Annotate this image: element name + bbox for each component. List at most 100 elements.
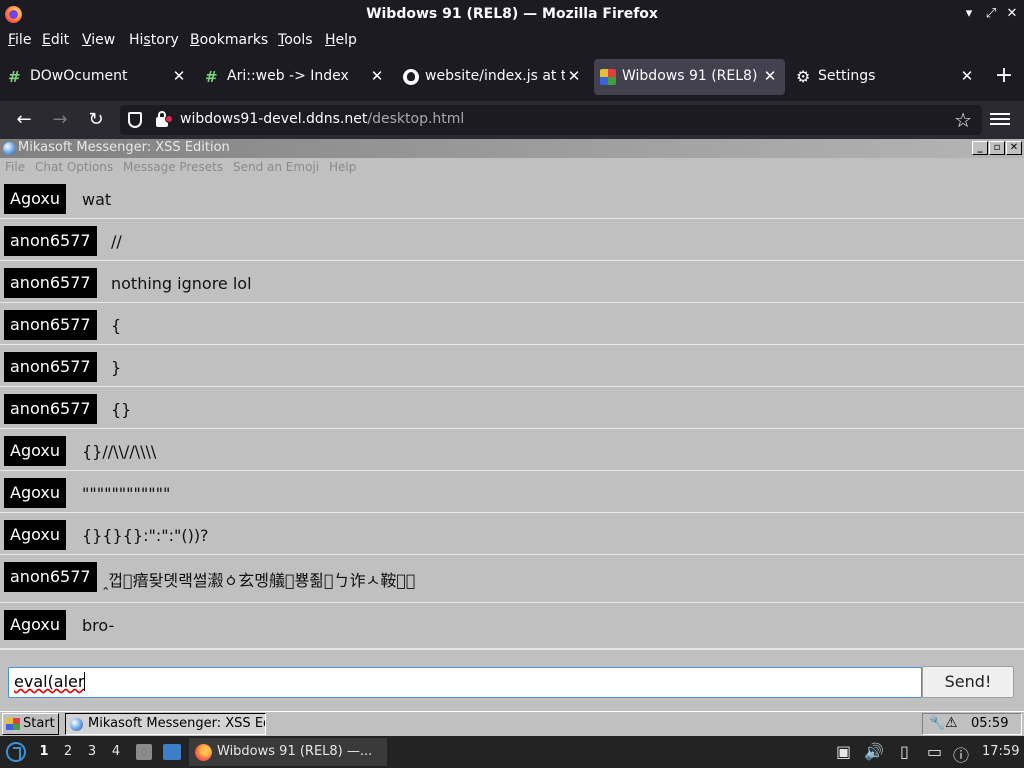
message-username: Agoxu — [4, 520, 67, 550]
menu-bar: File Edit View History Bookmarks Tools H… — [0, 29, 1024, 53]
volume-icon[interactable]: 🔊 — [864, 742, 884, 761]
chat-message: anon6577 // — [0, 219, 1024, 261]
menu-help[interactable]: Help — [325, 32, 357, 48]
message-username: Agoxu — [4, 478, 67, 508]
minimize-window-button[interactable]: ▾ — [960, 5, 978, 23]
workspace-1[interactable]: 1 — [37, 744, 51, 759]
messenger-app-icon — [3, 142, 16, 155]
message-username: Agoxu — [4, 610, 67, 640]
tab-close-icon[interactable]: ✕ — [368, 67, 386, 85]
chat-message: Agoxu bro- — [0, 603, 1024, 649]
tracking-protection-icon[interactable] — [128, 112, 142, 128]
close-window-button[interactable]: ✕ — [1003, 5, 1021, 23]
messenger-menu-bar: File Chat Options Message Presets Send a… — [0, 158, 1024, 177]
network-icon[interactable]: ▭ — [927, 742, 942, 761]
tab-label: Wibdows 91 (REL8) — [622, 68, 758, 84]
tab-label: DOwOcument — [30, 68, 128, 84]
tab-close-icon[interactable]: ✕ — [761, 67, 779, 85]
message-compose-row: eval(aler Send! — [0, 649, 1024, 711]
tab-label: Ari::web -> Index — [227, 68, 349, 84]
notification-icon[interactable]: ⓘ — [953, 742, 969, 766]
warning-icon[interactable]: ⚠ — [945, 715, 958, 731]
tab-close-icon[interactable]: ✕ — [565, 67, 583, 85]
tab-label: website/index.js at test — [425, 68, 565, 84]
menu-history[interactable]: History — [129, 32, 179, 48]
messenger-menu-chat-options[interactable]: Chat Options — [35, 160, 113, 174]
forward-button[interactable]: → — [48, 108, 72, 132]
menu-view[interactable]: View — [82, 32, 115, 48]
new-tab-button[interactable]: + — [992, 65, 1016, 89]
insecure-lock-icon[interactable] — [156, 111, 173, 127]
notes-icon[interactable]: ▯ — [900, 742, 909, 761]
messenger-title: Mikasoft Messenger: XSS Edition — [18, 140, 230, 155]
messenger-menu-help[interactable]: Help — [329, 160, 356, 174]
applications-menu-icon[interactable] — [6, 742, 26, 762]
message-username: anon6577 — [4, 562, 97, 592]
tab-wibdows91[interactable]: Wibdows 91 (REL8) ✕ — [594, 59, 785, 95]
tab-github-index-js[interactable]: website/index.js at test ✕ — [397, 59, 589, 95]
win91-start-button[interactable]: Start — [2, 713, 59, 735]
navigation-bar: ← → ↻ wibdows91-devel.ddns.net/desktop.h… — [0, 101, 1024, 139]
show-desktop-icon[interactable] — [163, 744, 181, 760]
window-title: Wibdows 91 (REL8) — Mozilla Firefox — [366, 6, 658, 22]
messenger-menu-message-presets[interactable]: Message Presets — [123, 160, 223, 174]
messenger-menu-send-emoji[interactable]: Send an Emoji — [233, 160, 319, 174]
panel-task-firefox[interactable]: Wibdows 91 (REL8) —... — [189, 738, 387, 766]
messenger-app-icon — [70, 718, 83, 731]
message-username: anon6577 — [4, 226, 97, 256]
tab-ariweb-index[interactable]: # Ari::web -> Index ✕ — [199, 59, 392, 95]
menu-bookmarks[interactable]: Bookmarks — [190, 32, 268, 48]
chat-message: anon6577 ꞈ껍 瘖돶뎻랙썰瀫ㆁ玄멩艤 뿅죎 ㄅ诈ㅅ鞍   — [0, 555, 1024, 603]
menu-tools[interactable]: Tools — [278, 32, 313, 48]
message-text: // — [111, 232, 122, 251]
app-menu-icon[interactable] — [990, 110, 1010, 130]
workspace-4[interactable]: 4 — [109, 744, 123, 759]
chat-message: anon6577 {} — [0, 387, 1024, 429]
message-input[interactable]: eval(aler — [8, 667, 922, 698]
message-text: {}{}{}:":":"())? — [82, 526, 209, 545]
windows91-logo-icon — [6, 718, 20, 730]
github-icon — [403, 69, 419, 85]
message-username: anon6577 — [4, 394, 97, 424]
message-username: Agoxu — [4, 436, 67, 466]
chat-message-list[interactable]: Agoxu wat anon6577 // anon6577 nothing i… — [0, 177, 1024, 649]
messenger-minimize-button[interactable]: _ — [972, 141, 988, 155]
bookmark-star-icon[interactable]: ☆ — [954, 108, 972, 132]
url-text[interactable]: wibdows91-devel.ddns.net/desktop.html — [180, 111, 464, 127]
chat-message: anon6577 } — [0, 345, 1024, 387]
url-bar[interactable]: wibdows91-devel.ddns.net/desktop.html ☆ — [120, 105, 982, 135]
workspace-3[interactable]: 3 — [85, 744, 99, 759]
message-text: nothing ignore lol — [111, 274, 252, 293]
chat-message: anon6577 nothing ignore lol — [0, 261, 1024, 303]
tab-close-icon[interactable]: ✕ — [958, 67, 976, 85]
back-button[interactable]: ← — [12, 108, 36, 132]
chat-message: Agoxu {}{}{}:":":"())? — [0, 513, 1024, 555]
reload-button[interactable]: ↻ — [84, 108, 108, 132]
maximize-window-button[interactable]: ⤢ — [982, 5, 1000, 23]
gear-icon: ⚙ — [796, 67, 811, 86]
messenger-close-button[interactable]: ✕ — [1006, 141, 1022, 155]
tab-settings[interactable]: ⚙ Settings ✕ — [790, 59, 982, 95]
win91-taskbar: Start Mikasoft Messenger: XSS Edition 🔧 … — [0, 711, 1024, 736]
messenger-menu-file[interactable]: File — [5, 160, 25, 174]
message-text: { — [111, 316, 122, 335]
file-manager-icon[interactable] — [136, 744, 152, 760]
message-text: {}//\\//\\\\ — [82, 442, 157, 461]
send-button[interactable]: Send! — [922, 666, 1014, 698]
message-text: wat — [82, 190, 112, 209]
messenger-titlebar[interactable]: Mikasoft Messenger: XSS Edition _ ▫ ✕ — [0, 139, 1024, 158]
workspace-2[interactable]: 2 — [61, 744, 75, 759]
message-text: } — [111, 358, 122, 377]
chat-message: anon6577 { — [0, 303, 1024, 345]
tab-close-icon[interactable]: ✕ — [170, 67, 188, 85]
wrench-icon[interactable]: 🔧 — [929, 716, 945, 731]
win91-taskbar-item-messenger[interactable]: Mikasoft Messenger: XSS Edition — [65, 713, 266, 735]
clipboard-icon[interactable]: ▣ — [836, 742, 851, 761]
messenger-maximize-button[interactable]: ▫ — [989, 141, 1005, 155]
tab-label: Settings — [818, 68, 876, 84]
system-panel: 1 2 3 4 Wibdows 91 (REL8) —... ▣ 🔊 ▯ ▭ ⓘ… — [0, 736, 1024, 768]
menu-file[interactable]: File — [8, 32, 31, 48]
tab-dowocument[interactable]: # DOwOcument ✕ — [2, 59, 194, 95]
menu-edit[interactable]: Edit — [42, 32, 69, 48]
message-text: """""""""""" — [82, 484, 171, 503]
